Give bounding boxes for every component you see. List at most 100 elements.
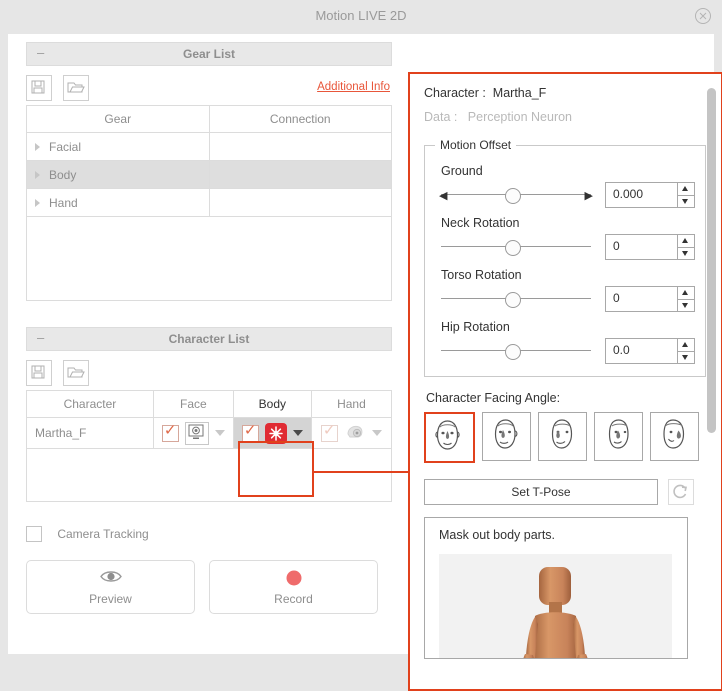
gear-row-facial[interactable]: Facial <box>26 132 210 161</box>
face-angle-more-left[interactable] <box>594 412 643 461</box>
motion-suit-icon[interactable] <box>264 422 287 444</box>
gear-col-gear: Gear <box>26 105 210 133</box>
table-row[interactable]: Hand <box>26 188 392 217</box>
face-angle-left[interactable] <box>538 412 587 461</box>
avatar-viewport[interactable] <box>439 554 672 659</box>
torso-rotation-slider-knob[interactable] <box>505 292 521 308</box>
right-panel-scrollbar[interactable] <box>707 82 716 680</box>
char-col-body[interactable]: Body <box>232 390 312 418</box>
humanoid-avatar[interactable] <box>439 554 672 659</box>
ground-spinner[interactable]: 0.000 <box>605 182 695 208</box>
record-button-label: Record <box>274 592 313 606</box>
gear-row-body[interactable]: Body <box>26 160 210 189</box>
table-row[interactable]: Facial <box>26 132 392 161</box>
refresh-icon[interactable] <box>668 479 694 505</box>
neck-rotation-spinner-down-icon[interactable] <box>678 248 694 259</box>
ground-slider-knob[interactable] <box>505 188 521 204</box>
face-angle-profile[interactable] <box>650 412 699 461</box>
table-row[interactable]: Martha_F ✓ ✓ ✓ <box>26 417 393 449</box>
facing-angle-options <box>424 412 699 463</box>
hip-rotation-slider-row: 0.0 <box>441 338 695 364</box>
ground-spinner-up-icon[interactable] <box>678 183 694 196</box>
camera-tracking-row[interactable]: Camera Tracking <box>26 526 392 546</box>
character-list-toolbar <box>26 360 392 390</box>
torso-rotation-spinner-up-icon[interactable] <box>678 287 694 300</box>
mask-body-parts-label: Mask out body parts. <box>439 528 556 542</box>
right-panel-scrollbar-thumb[interactable] <box>707 88 716 433</box>
expand-arrow-icon[interactable] <box>35 171 40 180</box>
webcam-icon[interactable] <box>184 421 209 445</box>
expand-arrow-icon[interactable] <box>35 199 40 208</box>
character-body-cell[interactable]: ✓ <box>232 417 312 449</box>
gear-connection-body[interactable] <box>208 160 392 189</box>
hip-rotation-spinner[interactable]: 0.0 <box>605 338 695 364</box>
character-face-cell[interactable]: ✓ <box>152 417 234 449</box>
torso-rotation-spinner-down-icon[interactable] <box>678 300 694 311</box>
body-dropdown-caret-icon[interactable] <box>292 430 303 436</box>
hip-rotation-slider-knob[interactable] <box>505 344 521 360</box>
torso-rotation-slider[interactable] <box>441 290 591 308</box>
ground-left-arrow-icon: ◀ <box>439 190 448 202</box>
glove-sensor-icon[interactable] <box>344 422 366 445</box>
neck-rotation-spinner-buttons[interactable] <box>677 235 694 259</box>
hip-rotation-spinner-down-icon[interactable] <box>678 352 694 363</box>
hand-dropdown-caret-icon[interactable] <box>371 430 382 436</box>
ground-slider[interactable]: ◀ ▶ <box>439 186 593 204</box>
table-row[interactable]: Body <box>26 160 392 189</box>
ground-label: Ground <box>441 164 483 178</box>
character-open-folder-icon[interactable] <box>63 360 90 386</box>
neck-rotation-slider-row: 0 <box>441 234 695 260</box>
gear-table-empty-area[interactable] <box>26 217 392 301</box>
expand-arrow-icon[interactable] <box>35 143 40 152</box>
neck-rotation-slider-knob[interactable] <box>505 240 521 256</box>
data-info-label: Data : <box>424 110 458 124</box>
character-hand-cell[interactable]: ✓ <box>310 417 393 449</box>
hand-enable-checkbox[interactable]: ✓ <box>320 423 338 442</box>
right-panel: Character : Martha_F Data : Perception N… <box>408 72 722 691</box>
character-save-icon[interactable] <box>26 360 52 386</box>
gear-open-folder-icon[interactable] <box>63 75 90 101</box>
highlight-connector-line <box>314 471 410 473</box>
character-table-header-row: Character Face Body Hand <box>26 390 393 418</box>
gear-row-hand[interactable]: Hand <box>26 188 210 217</box>
neck-rotation-slider[interactable] <box>441 238 591 256</box>
torso-rotation-spinner[interactable]: 0 <box>605 286 695 312</box>
neck-rotation-spinner-up-icon[interactable] <box>678 235 694 248</box>
gear-connection-hand[interactable] <box>208 188 392 217</box>
hip-rotation-spinner-buttons[interactable] <box>677 339 694 363</box>
gear-list-toolbar: Additional Info <box>26 75 392 105</box>
ground-value: 0.000 <box>613 187 644 201</box>
ground-spinner-buttons[interactable] <box>677 183 694 207</box>
torso-rotation-spinner-buttons[interactable] <box>677 287 694 311</box>
torso-rotation-slider-row: 0 <box>441 286 695 312</box>
face-angle-front[interactable] <box>424 412 475 463</box>
character-info-value: Martha_F <box>492 86 547 100</box>
character-table-empty-area[interactable] <box>26 449 392 502</box>
gear-list-header[interactable]: – Gear List <box>26 42 392 66</box>
character-list-title: Character List <box>168 332 250 346</box>
gear-connection-facial[interactable] <box>208 132 392 161</box>
face-angle-slight-left[interactable] <box>482 412 531 461</box>
set-tpose-button[interactable]: Set T-Pose <box>424 479 658 505</box>
additional-info-link[interactable]: Additional Info <box>317 81 390 93</box>
camera-tracking-checkbox[interactable] <box>26 526 42 542</box>
preview-button[interactable]: Preview <box>26 560 195 614</box>
body-enable-checkbox[interactable]: ✓ <box>241 423 259 442</box>
gear-name: Body <box>49 167 77 182</box>
gear-save-icon[interactable] <box>26 75 52 101</box>
neck-rotation-spinner[interactable]: 0 <box>605 234 695 260</box>
gear-name: Facial <box>49 139 82 154</box>
character-list-header[interactable]: – Character List <box>26 327 392 351</box>
character-info-label: Character : <box>424 86 486 100</box>
character-name-cell[interactable]: Martha_F <box>26 417 154 449</box>
torso-rotation-label: Torso Rotation <box>441 268 522 282</box>
hip-rotation-spinner-up-icon[interactable] <box>678 339 694 352</box>
hip-rotation-slider[interactable] <box>441 342 591 360</box>
gear-col-connection: Connection <box>208 105 392 133</box>
mask-body-parts-panel[interactable]: Mask out body parts. <box>424 517 688 659</box>
record-button[interactable]: Record <box>209 560 378 614</box>
face-dropdown-caret-icon[interactable] <box>214 430 225 436</box>
face-enable-checkbox[interactable]: ✓ <box>161 423 179 442</box>
close-icon[interactable] <box>694 7 712 25</box>
ground-spinner-down-icon[interactable] <box>678 196 694 207</box>
